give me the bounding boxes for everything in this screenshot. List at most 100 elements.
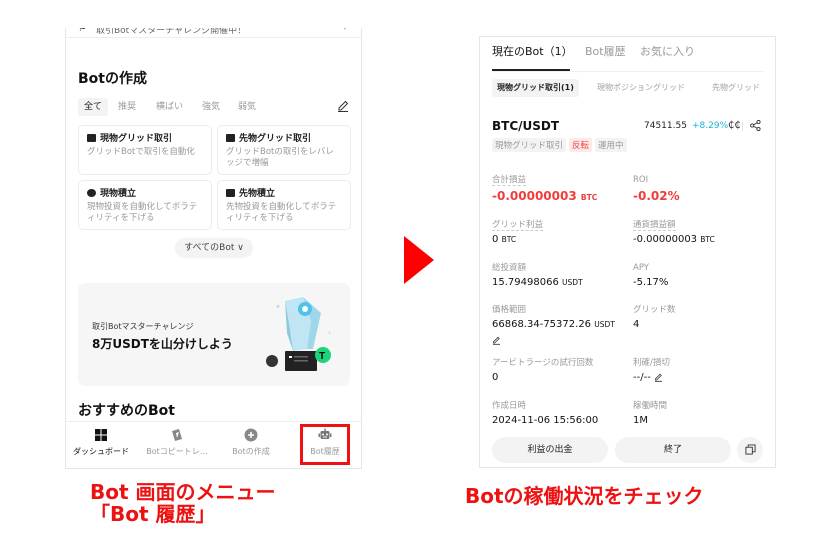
bot-menu-screen: ⚑ 取引Botマスターチャレンジ開催中！ › Botの作成 全て 推奨 横ばい … [65, 28, 362, 469]
stat-value: 66868.34-75372.26 [492, 319, 592, 330]
copy-bot-button[interactable] [737, 437, 763, 463]
bottom-nav: ダッシュボード Botコピートレ… Botの作成 Bot履歴 [66, 421, 361, 468]
stat-label: APY [633, 263, 649, 273]
nav-copy-trade[interactable]: Botコピートレ… [140, 422, 214, 468]
edit-icon[interactable] [336, 99, 350, 113]
left-caption: Bot 画面のメニュー 「Bot 履歴」 [90, 481, 276, 525]
stat-value: -0.00000003 [492, 189, 577, 203]
create-bot-title: Botの作成 [78, 71, 147, 87]
filter-sideways[interactable]: 横ばい [156, 98, 183, 116]
stat-tp-sl: 利確/損切 --/-- [633, 350, 670, 383]
filter-bearish[interactable]: 弱気 [238, 98, 256, 116]
tag-status: 運用中 [595, 138, 627, 152]
stop-bot-button[interactable]: 終了 [615, 437, 731, 463]
stat-total-investment: 総投資額 15.79498066 USDT [492, 255, 583, 288]
copy-trade-icon [172, 429, 182, 441]
candlestick-chart-icon[interactable]: ₵₵ [728, 120, 741, 131]
bot-tabs: 現在のBot（1） Bot履歴 お気に入り [492, 43, 764, 69]
nav-label: Botコピートレ… [146, 447, 208, 456]
stat-label: 総投資額 [492, 263, 527, 273]
subtab-spot-position-grid[interactable]: 現物ポジショングリッド [597, 79, 685, 97]
bot-card-desc: 現物投資を自動化してボラティリティを下げる [87, 202, 198, 223]
stat-grid-count: グリッド数 4 [633, 297, 676, 330]
stat-value: 15.79498066 [492, 277, 559, 288]
stat-label: 価格範囲 [492, 305, 527, 315]
promo-title: 8万USDTを山分けしよう [92, 337, 233, 351]
promo-banner[interactable]: 取引Botマスターチャレンジ 8万USDTを山分けしよう T ✦ ✦ [78, 283, 350, 386]
stat-grid-profit: グリッド利益 0 BTC [492, 212, 544, 245]
stat-total-pnl: 合計損益 -0.00000003 BTC [492, 167, 597, 203]
subtab-spot-grid[interactable]: 現物グリッド取引(1) [492, 79, 579, 97]
stat-label[interactable]: グリッド利益 [492, 220, 544, 231]
stat-value: 1M [633, 415, 648, 426]
withdraw-profit-button[interactable]: 利益の出金 [492, 437, 608, 463]
svg-text:✦: ✦ [275, 303, 281, 311]
stat-price-range: 価格範囲 66868.34-75372.26 USDT [492, 297, 615, 349]
plus-circle-icon [244, 428, 258, 442]
tab-bot-history[interactable]: Bot履歴 [585, 43, 626, 59]
bot-card-spot-dca[interactable]: 現物積立 現物投資を自動化してボラティリティを下げる [78, 180, 212, 230]
spot-grid-icon [87, 133, 96, 142]
stat-roi: ROI -0.02% [633, 167, 680, 203]
tab-current-bots[interactable]: 現在のBot（1） [492, 43, 573, 59]
bot-card-title: 先物グリッド取引 [239, 134, 312, 144]
edit-icon[interactable] [654, 373, 663, 382]
share-icon[interactable] [750, 120, 761, 131]
nav-create-bot[interactable]: Botの作成 [214, 422, 288, 468]
stat-value: 4 [633, 319, 640, 330]
filter-all[interactable]: 全て [78, 98, 109, 116]
bot-card-desc: 先物投資を自動化してボラティリティを下げる [226, 202, 337, 223]
stat-arbitrage-attempts: アービトラージの試行回数 0 [492, 350, 593, 383]
nav-dashboard[interactable]: ダッシュボード [66, 422, 138, 468]
tab-favorites[interactable]: お気に入り [640, 43, 695, 59]
trading-pair[interactable]: BTC/USDT [492, 119, 559, 133]
stat-created-at: 作成日時 2024-11-06 15:56:00 [492, 393, 598, 426]
left-caption-line2: 「Bot 履歴」 [90, 502, 216, 526]
highlight-box [300, 424, 350, 465]
stat-unit: BTC [501, 235, 517, 244]
divider [742, 121, 743, 131]
stat-running-time: 稼働時間 1M [633, 393, 667, 426]
stat-label[interactable]: 通貨損益額 [633, 220, 676, 231]
svg-text:✦: ✦ [327, 330, 332, 337]
stat-value: -0.00000003 [633, 234, 698, 245]
tag-bot-type: 現物グリッド取引 [492, 138, 567, 152]
filter-tabs: 全て 推奨 横ばい 強気 弱気 [78, 98, 350, 116]
futures-grid-icon [226, 133, 235, 142]
filter-recommended[interactable]: 推奨 [118, 98, 136, 116]
stat-label: グリッド数 [633, 305, 676, 315]
stat-value: -0.02% [633, 189, 680, 203]
last-price: 74511.55 [644, 121, 687, 131]
stat-value: 2024-11-06 15:56:00 [492, 415, 599, 426]
stat-unit: USDT [594, 320, 615, 329]
nav-label: Botの作成 [232, 447, 270, 456]
stat-label: 稼働時間 [633, 401, 668, 411]
stat-label: ROI [633, 175, 649, 185]
divider [492, 71, 764, 72]
stat-value: --/-- [633, 372, 651, 383]
edit-icon[interactable] [492, 336, 501, 345]
bot-card-title: 現物積立 [100, 189, 137, 199]
challenge-banner[interactable]: ⚑ 取引Botマスターチャレンジ開催中！ › [66, 28, 361, 38]
challenge-banner-text: 取引Botマスターチャレンジ開催中！ [96, 28, 247, 36]
bot-status-screen: 現在のBot（1） Bot履歴 お気に入り 現物グリッド取引(1) 現物ポジショ… [479, 36, 776, 468]
flag-icon: ⚑ [78, 28, 87, 34]
bot-card-title: 先物積立 [239, 189, 276, 199]
spot-dca-icon [87, 188, 96, 197]
all-bots-button[interactable]: すべてのBot ∨ [175, 238, 253, 258]
filter-bullish[interactable]: 強気 [202, 98, 220, 116]
bot-card-futures-dca[interactable]: 先物積立 先物投資を自動化してボラティリティを下げる [217, 180, 351, 230]
tag-reverse: 反転 [569, 138, 593, 152]
subtab-futures-grid[interactable]: 先物グリッド [712, 79, 760, 97]
stat-unit: USDT [562, 278, 583, 287]
bot-tags: 現物グリッド取引 反転 運用中 [492, 138, 627, 152]
bot-card-futures-grid[interactable]: 先物グリッド取引 グリッドBotの取引をレバレッジで増幅 [217, 125, 351, 175]
futures-dca-icon [226, 188, 235, 197]
svg-text:T: T [319, 351, 325, 362]
stat-unit: BTC [700, 235, 715, 244]
bot-card-title: 現物グリッド取引 [100, 134, 173, 144]
stat-label[interactable]: 合計損益 [492, 175, 527, 186]
price-change: +8.29% [692, 121, 729, 131]
stat-value: 0 [492, 372, 499, 383]
bot-card-spot-grid[interactable]: 現物グリッド取引 グリッドBotで取引を自動化 [78, 125, 212, 175]
